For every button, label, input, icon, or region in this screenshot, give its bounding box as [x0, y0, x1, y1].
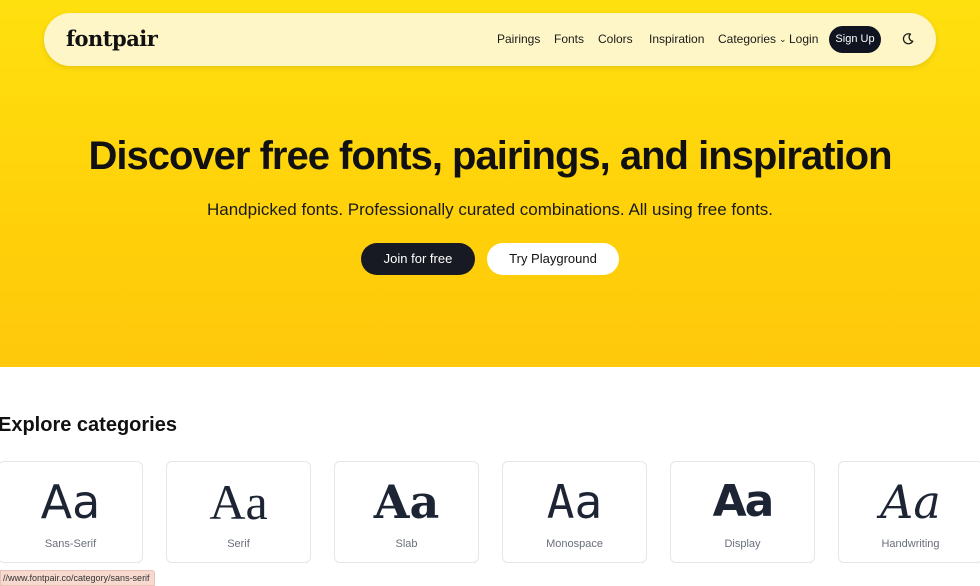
nav-categories-label: Categories	[718, 32, 777, 46]
category-label: Handwriting	[881, 538, 940, 550]
category-card-slab[interactable]: Aa Slab	[334, 461, 479, 563]
category-card-sans-serif[interactable]: Aa Sans-Serif	[0, 461, 143, 563]
nav-categories-dropdown[interactable]: Categories ⌄	[718, 32, 787, 46]
font-sample: Aa	[373, 475, 440, 529]
font-sample: Aa	[546, 475, 603, 529]
hero-section: fontpair Pairings Fonts Colors Inspirati…	[0, 0, 980, 367]
fontpair-logo[interactable]: fontpair	[66, 26, 158, 51]
category-label: Slab	[395, 538, 418, 550]
chevron-down-icon: ⌄	[779, 34, 787, 44]
try-playground-button[interactable]: Try Playground	[487, 243, 619, 275]
join-for-free-button[interactable]: Join for free	[361, 243, 475, 275]
status-bar-url: //www.fontpair.co/category/sans-serif	[0, 570, 155, 586]
nav-login[interactable]: Login	[789, 32, 818, 46]
font-sample: Aa	[209, 474, 268, 530]
hero-subtitle: Handpicked fonts. Professionally curated…	[206, 200, 774, 219]
category-card-monospace[interactable]: Aa Monospace	[502, 461, 647, 563]
nav-fonts[interactable]: Fonts	[554, 32, 584, 46]
nav-inspiration[interactable]: Inspiration	[649, 32, 704, 46]
category-card-handwriting[interactable]: Aa Handwriting	[838, 461, 980, 563]
category-label: Display	[724, 538, 761, 550]
category-card-serif[interactable]: Aa Serif	[166, 461, 311, 563]
font-sample: Aa	[712, 476, 775, 527]
explore-categories-heading: Explore categories	[0, 414, 177, 436]
moon-icon[interactable]	[900, 31, 916, 47]
font-sample: Aa	[40, 475, 101, 529]
category-label: Serif	[227, 538, 250, 550]
hero-title: Discover free fonts, pairings, and inspi…	[88, 134, 892, 178]
sign-up-button[interactable]: Sign Up	[829, 26, 881, 53]
top-navbar: fontpair Pairings Fonts Colors Inspirati…	[44, 13, 936, 66]
nav-colors[interactable]: Colors	[598, 32, 633, 46]
nav-pairings[interactable]: Pairings	[497, 32, 540, 46]
category-card-display[interactable]: Aa Display	[670, 461, 815, 563]
font-sample: Aa	[880, 475, 941, 529]
category-label: Monospace	[546, 538, 603, 550]
category-label: Sans-Serif	[44, 538, 97, 550]
